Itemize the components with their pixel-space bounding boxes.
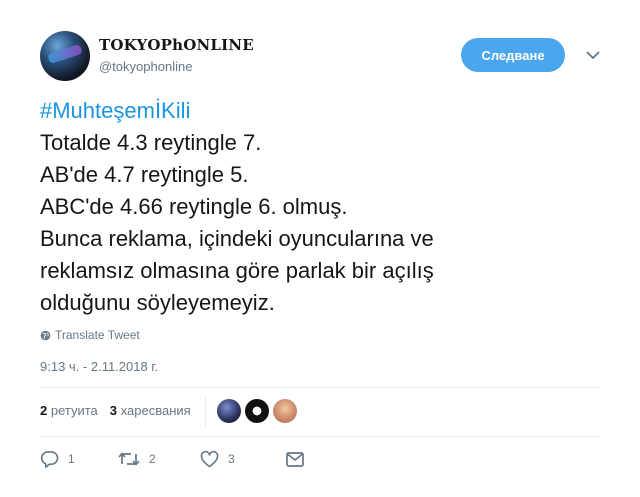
tweet-stats: 2 ретуита 3 харесвания bbox=[40, 403, 191, 418]
divider bbox=[40, 387, 600, 388]
translate-label: Translate Tweet bbox=[55, 328, 140, 342]
display-name[interactable]: TOKYOPhONLINE bbox=[99, 36, 254, 54]
likes-stat[interactable]: 3 харесвания bbox=[110, 403, 191, 418]
reply-button[interactable]: 1 bbox=[40, 450, 118, 468]
tweet-line: Totalde 4.3 reytingle 7. bbox=[40, 130, 262, 155]
translate-tweet-link[interactable]: Translate Tweet bbox=[40, 328, 140, 342]
direct-message-button[interactable] bbox=[286, 451, 304, 467]
reply-count: 1 bbox=[68, 452, 75, 466]
liker-avatar[interactable] bbox=[217, 399, 241, 423]
follow-button[interactable]: Следване bbox=[461, 38, 565, 72]
tweet-line: ABC'de 4.66 reytingle 6. olmuş. bbox=[40, 194, 348, 219]
message-icon bbox=[286, 451, 304, 467]
tweet-text: #MuhteşemİKili Totalde 4.3 reytingle 7. … bbox=[40, 95, 600, 319]
tweet-line: Bunca reklama, içindeki oyuncularına ve bbox=[40, 226, 434, 251]
more-options-button[interactable] bbox=[582, 46, 604, 64]
avatar-decoration bbox=[47, 43, 83, 65]
user-handle[interactable]: @tokyophonline bbox=[99, 59, 192, 74]
tweet-actions: 1 2 3 bbox=[40, 450, 304, 468]
liker-avatar[interactable] bbox=[245, 399, 269, 423]
liker-avatar[interactable] bbox=[273, 399, 297, 423]
retweets-label: ретуита bbox=[50, 403, 98, 418]
retweets-count: 2 bbox=[40, 403, 48, 418]
like-count: 3 bbox=[228, 452, 235, 466]
retweet-count: 2 bbox=[149, 452, 156, 466]
avatar[interactable] bbox=[40, 31, 90, 81]
reply-icon bbox=[40, 451, 59, 468]
heart-icon bbox=[200, 450, 219, 467]
globe-icon bbox=[40, 330, 51, 340]
likes-count: 3 bbox=[109, 403, 118, 418]
tweet-card: TOKYOPhONLINE @tokyophonline Следване #M… bbox=[0, 0, 640, 497]
like-button[interactable]: 3 bbox=[200, 450, 286, 468]
tweet-line: AB'de 4.7 reytingle 5. bbox=[40, 162, 249, 187]
tweet-line: reklamsız olmasına göre parlak bir açılı… bbox=[40, 258, 434, 283]
retweets-stat[interactable]: 2 ретуита bbox=[40, 403, 98, 418]
liker-avatars bbox=[217, 399, 297, 423]
tweet-line: olduğunu söyleyemeyiz. bbox=[40, 290, 275, 315]
retweet-button[interactable]: 2 bbox=[118, 451, 200, 467]
stats-separator bbox=[205, 397, 206, 427]
tweet-timestamp[interactable]: 9:13 ч. - 2.11.2018 г. bbox=[40, 359, 158, 374]
retweet-icon bbox=[118, 452, 140, 466]
hashtag-link[interactable]: #MuhteşemİKili bbox=[40, 95, 600, 127]
likes-label: харесвания bbox=[120, 403, 191, 418]
chevron-down-icon bbox=[586, 51, 600, 59]
divider bbox=[40, 436, 600, 437]
